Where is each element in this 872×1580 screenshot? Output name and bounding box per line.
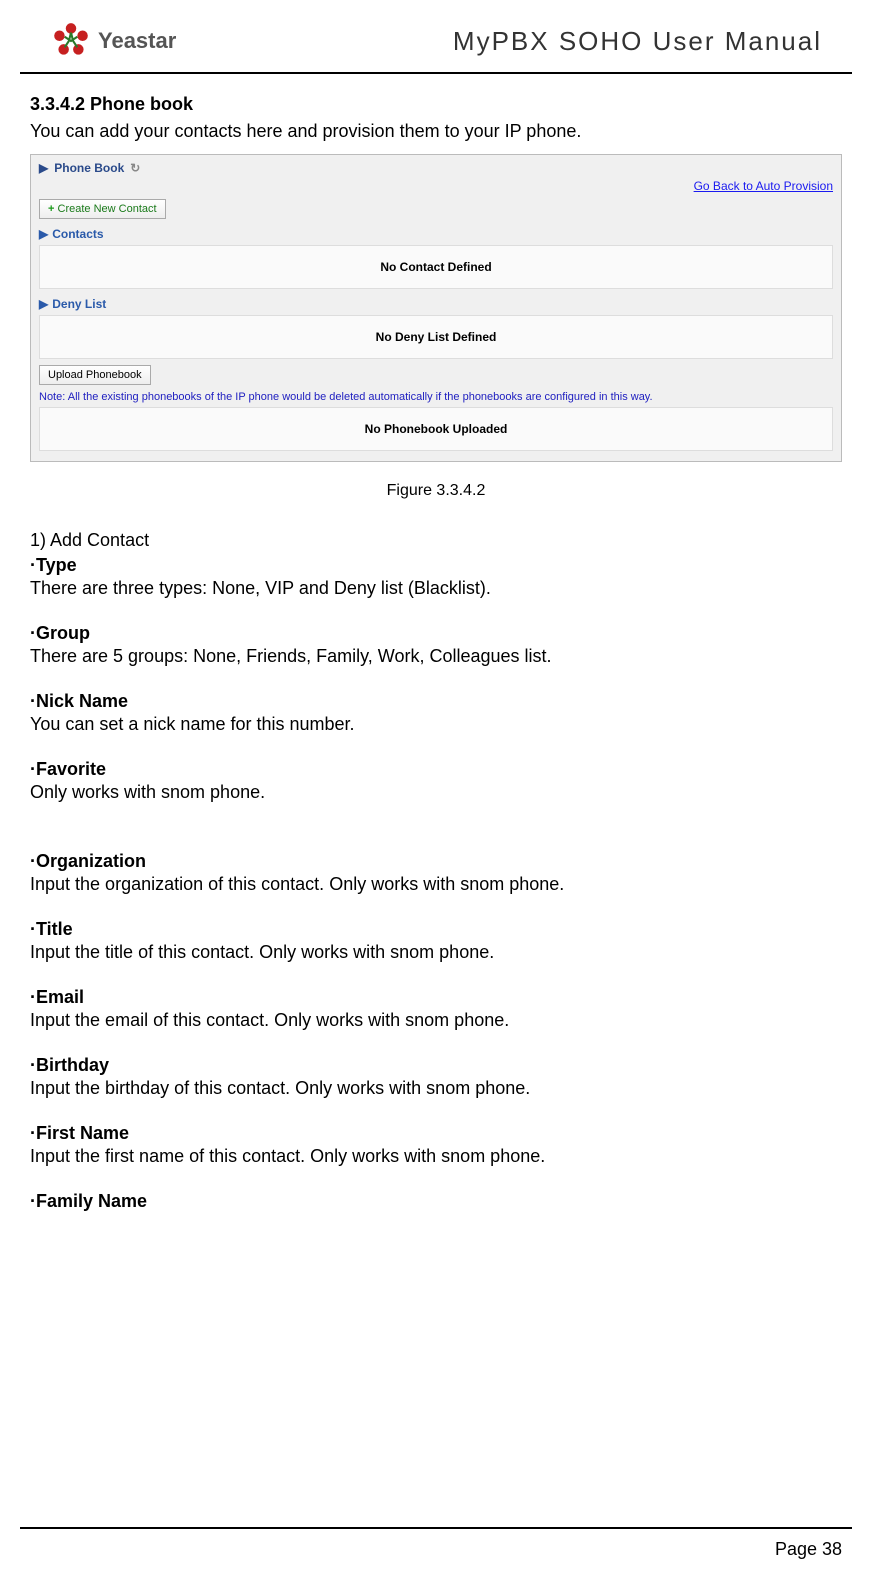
section-heading: 3.3.4.2 Phone book (30, 94, 842, 115)
create-contact-button[interactable]: + Create New Contact (39, 199, 166, 219)
back-to-provision-link[interactable]: Go Back to Auto Provision (39, 179, 833, 193)
yeastar-logo-icon (50, 20, 92, 62)
denylist-label: Deny List (52, 297, 106, 311)
field-type-desc: There are three types: None, VIP and Den… (30, 578, 842, 599)
upload-phonebook-button[interactable]: Upload Phonebook (39, 365, 151, 385)
contacts-section-header[interactable]: ▶ Contacts (39, 227, 833, 241)
field-firstname-label: ·First Name (30, 1123, 842, 1144)
field-birthday-label: ·Birthday (30, 1055, 842, 1076)
section-intro: You can add your contacts here and provi… (30, 121, 842, 142)
field-nickname-desc: You can set a nick name for this number. (30, 714, 842, 735)
field-organization-label: ·Organization (30, 851, 842, 872)
field-group-label: ·Group (30, 623, 842, 644)
denylist-empty-state: No Deny List Defined (39, 315, 833, 359)
chevron-right-icon: ▶ (39, 161, 48, 175)
phonebook-note: Note: All the existing phonebooks of the… (39, 391, 833, 403)
screenshot-title-bar: ▶ Phone Book ↻ (39, 161, 833, 175)
page-header: Yeastar MyPBX SOHO User Manual (20, 0, 852, 74)
field-birthday-desc: Input the birthday of this contact. Only… (30, 1078, 842, 1099)
chevron-right-icon: ▶ (39, 297, 48, 311)
field-email-label: ·Email (30, 987, 842, 1008)
screenshot-title: Phone Book (54, 161, 124, 175)
field-email-desc: Input the email of this contact. Only wo… (30, 1010, 842, 1031)
create-contact-label: Create New Contact (58, 203, 157, 215)
field-organization-desc: Input the organization of this contact. … (30, 874, 842, 895)
field-favorite-desc: Only works with snom phone. (30, 782, 842, 803)
phonebook-empty-state: No Phonebook Uploaded (39, 407, 833, 451)
page-number: Page 38 (775, 1539, 842, 1560)
field-group-desc: There are 5 groups: None, Friends, Famil… (30, 646, 842, 667)
brand-logo: Yeastar (50, 20, 176, 62)
page-footer: Page 38 (20, 1527, 852, 1560)
field-type-label: ·Type (30, 555, 842, 576)
field-familyname-label: ·Family Name (30, 1191, 842, 1212)
field-firstname-desc: Input the first name of this contact. On… (30, 1146, 842, 1167)
chevron-right-icon: ▶ (39, 227, 48, 241)
plus-icon: + (48, 203, 54, 215)
field-title-desc: Input the title of this contact. Only wo… (30, 942, 842, 963)
field-title-label: ·Title (30, 919, 842, 940)
contacts-label: Contacts (52, 227, 103, 241)
page-content: 3.3.4.2 Phone book You can add your cont… (0, 74, 872, 1224)
brand-name: Yeastar (98, 28, 176, 54)
refresh-icon: ↻ (130, 161, 140, 175)
denylist-section-header[interactable]: ▶ Deny List (39, 297, 833, 311)
document-title: MyPBX SOHO User Manual (453, 26, 822, 57)
phonebook-screenshot: ▶ Phone Book ↻ Go Back to Auto Provision… (30, 154, 842, 462)
field-favorite-label: ·Favorite (30, 759, 842, 780)
figure-caption: Figure 3.3.4.2 (30, 482, 842, 500)
add-contact-list-item: 1) Add Contact (30, 530, 842, 551)
field-nickname-label: ·Nick Name (30, 691, 842, 712)
contacts-empty-state: No Contact Defined (39, 245, 833, 289)
